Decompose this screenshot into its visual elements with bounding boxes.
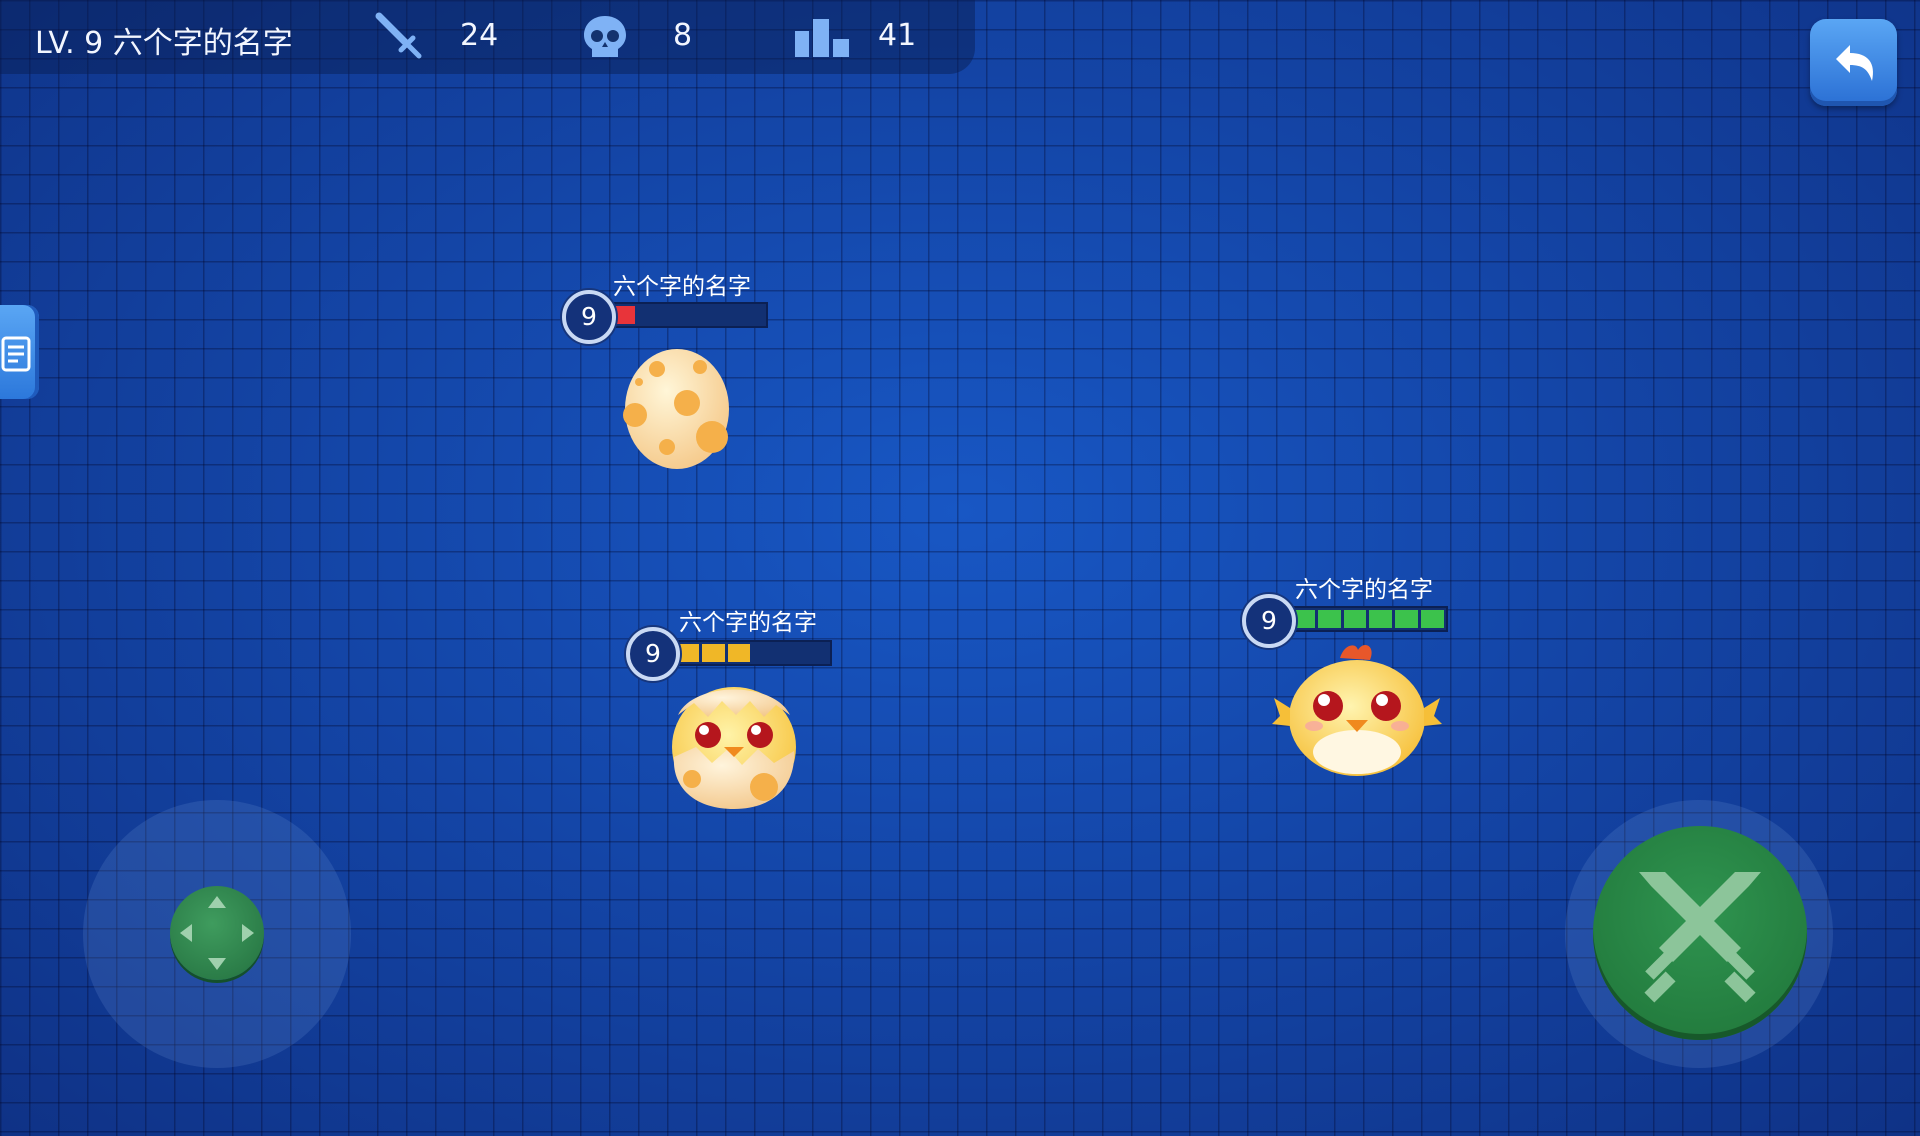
kills-count: 24 <box>460 18 499 53</box>
character-name: 六个字的名字 <box>679 610 817 636</box>
deaths-count: 8 <box>673 18 693 53</box>
player-level-name: LV. 9 六个字的名字 <box>35 26 293 61</box>
health-segment <box>638 306 661 324</box>
notes-icon <box>1 336 31 372</box>
health-bar <box>608 302 768 328</box>
health-segment <box>753 644 776 662</box>
level-badge: 9 <box>562 290 616 344</box>
hatching-chick-sprite <box>672 687 796 809</box>
back-arrow-icon <box>1836 45 1874 81</box>
back-button[interactable] <box>1810 19 1897 106</box>
rank-bars-icon <box>795 19 849 57</box>
dpad-arrows-icon <box>180 896 254 970</box>
health-segment <box>1421 610 1444 628</box>
chick-sprite <box>1272 645 1442 776</box>
health-bar <box>1288 606 1448 632</box>
side-notes-tab[interactable] <box>0 305 39 399</box>
health-segment <box>1343 610 1367 628</box>
rank-value: 41 <box>878 18 917 53</box>
health-bar <box>672 640 832 666</box>
character-name: 六个字的名字 <box>613 274 751 300</box>
health-segment <box>1317 610 1341 628</box>
health-segment <box>805 644 828 662</box>
character-name: 六个字的名字 <box>1295 577 1433 603</box>
health-segment <box>727 644 751 662</box>
health-segment <box>741 306 764 324</box>
health-segment <box>715 306 738 324</box>
health-segment <box>779 644 802 662</box>
joystick-knob[interactable] <box>170 886 264 980</box>
health-segment <box>1369 610 1393 628</box>
top-hud: LV. 9 六个字的名字 24 8 41 <box>0 0 975 74</box>
egg-sprite <box>623 349 729 469</box>
health-segment <box>701 644 725 662</box>
health-segment <box>1395 610 1419 628</box>
crossed-swords-icon <box>1639 872 1761 1003</box>
health-segment <box>689 306 712 324</box>
health-segment <box>664 306 687 324</box>
level-badge: 9 <box>626 627 680 681</box>
sword-icon <box>375 12 422 59</box>
skull-icon <box>584 16 626 57</box>
attack-button[interactable] <box>1593 826 1807 1040</box>
